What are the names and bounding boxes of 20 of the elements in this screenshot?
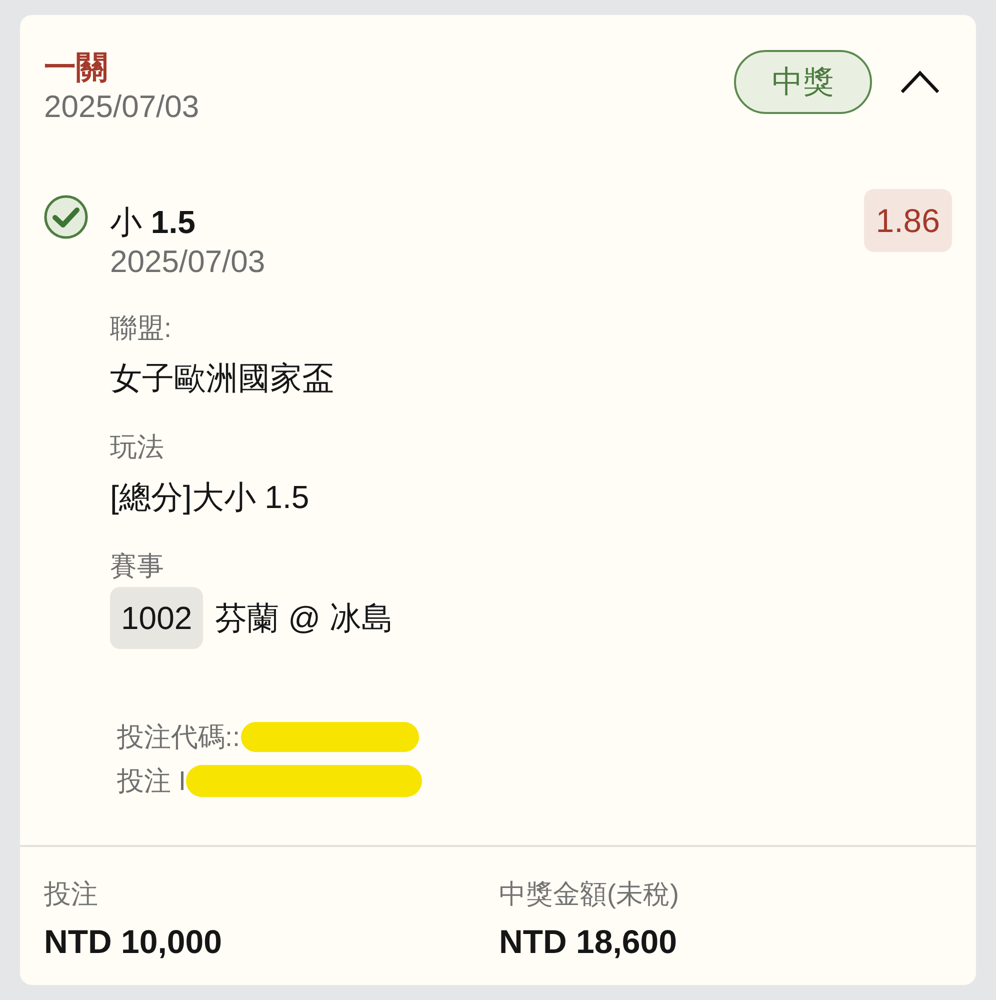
match-number-tag: 1002 [110,587,204,649]
field-label: 玩法 [110,431,164,464]
field-value: 女子歐洲國家盃 [110,359,334,398]
odds-tag: 1.86 [864,189,952,252]
amount-label: 中獎金額(未稅) [499,878,679,911]
match-teams: 芬蘭 @ 冰島 [215,599,394,638]
reference-text: 投注 I [117,765,186,798]
reference-text: 投注代碼:: [117,721,240,754]
bet-type-title: 一關 [44,48,108,87]
field-value: [總分]大小 1.5 [110,478,310,517]
chevron-up-icon[interactable] [900,70,940,94]
selection-date: 2025/07/03 [110,243,266,281]
field-label: 賽事 [110,550,164,583]
amount-label: 投注 [44,878,98,911]
field-label: 聯盟: [110,312,172,345]
pick-text: 小 1.5 [110,203,196,242]
amount-value: NTD 10,000 [44,922,222,962]
status-badge: 中獎 [734,50,872,114]
amount-value: NTD 18,600 [499,922,677,962]
bet-date: 2025/07/03 [44,88,200,126]
